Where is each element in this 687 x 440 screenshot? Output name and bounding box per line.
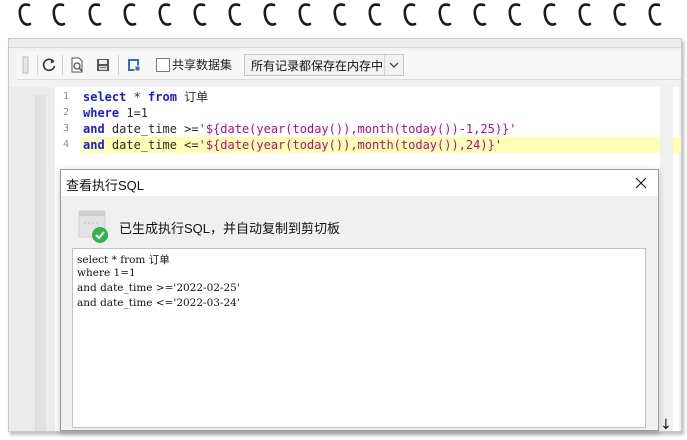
collapse-icon[interactable] (15, 55, 35, 75)
share-dataset-label: 共享数据集 (172, 58, 233, 72)
executed-sql-textarea[interactable]: select * from 订单 where 1=1 and date_time >… (72, 248, 646, 428)
code-line: and date_time >='${date(year(today()),mo… (83, 121, 517, 137)
dialog-message: 已生成执行SQL，并自动复制到剪切板 (119, 221, 341, 236)
line-number: 4 (62, 139, 69, 150)
line-number: 2 (62, 107, 69, 118)
executed-sql-line: where 1=1 (77, 267, 136, 279)
spiral-ring (648, 2, 662, 28)
spiral-ring (368, 2, 382, 28)
toolbar-separator (62, 55, 63, 75)
close-icon[interactable] (632, 174, 650, 192)
share-dataset-checkbox[interactable] (156, 58, 170, 72)
spiral-ring (228, 2, 242, 28)
toolbar-separator (37, 55, 38, 75)
sql-string: '${date(year(today()),month(today())-1,2… (198, 122, 517, 136)
spiral-ring (123, 2, 137, 28)
executed-sql-line: select * from 订单 (77, 254, 170, 266)
spiral-ring (508, 2, 522, 28)
sql-text: 1=1 (119, 106, 149, 120)
view-sql-dialog: 查看执行SQL 已生成执行SQL，并自动复制到剪切板 select * from… (60, 169, 659, 431)
arrow-down-icon[interactable]: ↓ (660, 417, 672, 433)
sql-text: date_time >= (104, 122, 199, 136)
sql-keyword: and (83, 122, 105, 136)
sql-keyword: where (83, 106, 120, 120)
sql-text: date_time <= (104, 138, 199, 152)
line-number: 1 (62, 91, 69, 102)
chevron-down-icon[interactable] (384, 55, 403, 75)
sql-text: 订单 (176, 90, 209, 104)
save-icon[interactable] (93, 55, 113, 75)
spiral-ring (158, 2, 172, 28)
spiral-ring (333, 2, 347, 28)
left-panel-scrollbar[interactable] (35, 95, 46, 431)
spiral-ring (403, 2, 417, 28)
spiral-ring (263, 2, 277, 28)
line-number: 3 (62, 123, 69, 134)
sql-string: '${date(year(today()),month(today()),24)… (198, 138, 503, 152)
code-line: where 1=1 (83, 105, 148, 121)
sql-text: * (126, 90, 149, 104)
spiral-ring (18, 2, 32, 28)
sql-keyword: and (83, 138, 105, 152)
toolbar-separator (118, 55, 119, 75)
spiral-ring (613, 2, 627, 28)
database-success-icon (78, 210, 110, 244)
spiral-ring (438, 2, 452, 28)
spiral-ring (578, 2, 592, 28)
sql-keyword: select (83, 90, 127, 104)
spiral-ring (298, 2, 312, 28)
code-line: select * from 订单 (83, 89, 208, 105)
refresh-icon[interactable] (39, 55, 59, 75)
notebook-spiral (0, 0, 687, 36)
toolbar: 共享数据集 所有记录都保存在内存中 (17, 51, 681, 80)
window-top-strip (9, 39, 681, 48)
code-line: and date_time <='${date(year(today()),mo… (81, 137, 681, 153)
dialog-title-bar: 查看执行SQL (61, 170, 658, 196)
spiral-ring (543, 2, 557, 28)
copy-sql-icon[interactable] (124, 55, 144, 75)
sql-keyword: from (148, 90, 177, 104)
spiral-ring (473, 2, 487, 28)
storage-mode-select[interactable]: 所有记录都保存在内存中 (244, 54, 404, 76)
preview-sql-icon[interactable] (67, 55, 87, 75)
left-panel (9, 87, 57, 431)
executed-sql-line: and date_time <='2022-03-24' (77, 297, 240, 309)
spiral-ring (88, 2, 102, 28)
executed-sql-line: and date_time >='2022-02-25' (77, 282, 240, 294)
dialog-title: 查看执行SQL (66, 178, 145, 193)
editor-vertical-scrollbar[interactable] (660, 85, 673, 431)
spiral-ring (193, 2, 207, 28)
spiral-ring (52, 2, 66, 28)
storage-mode-value: 所有记录都保存在内存中 (251, 59, 384, 73)
